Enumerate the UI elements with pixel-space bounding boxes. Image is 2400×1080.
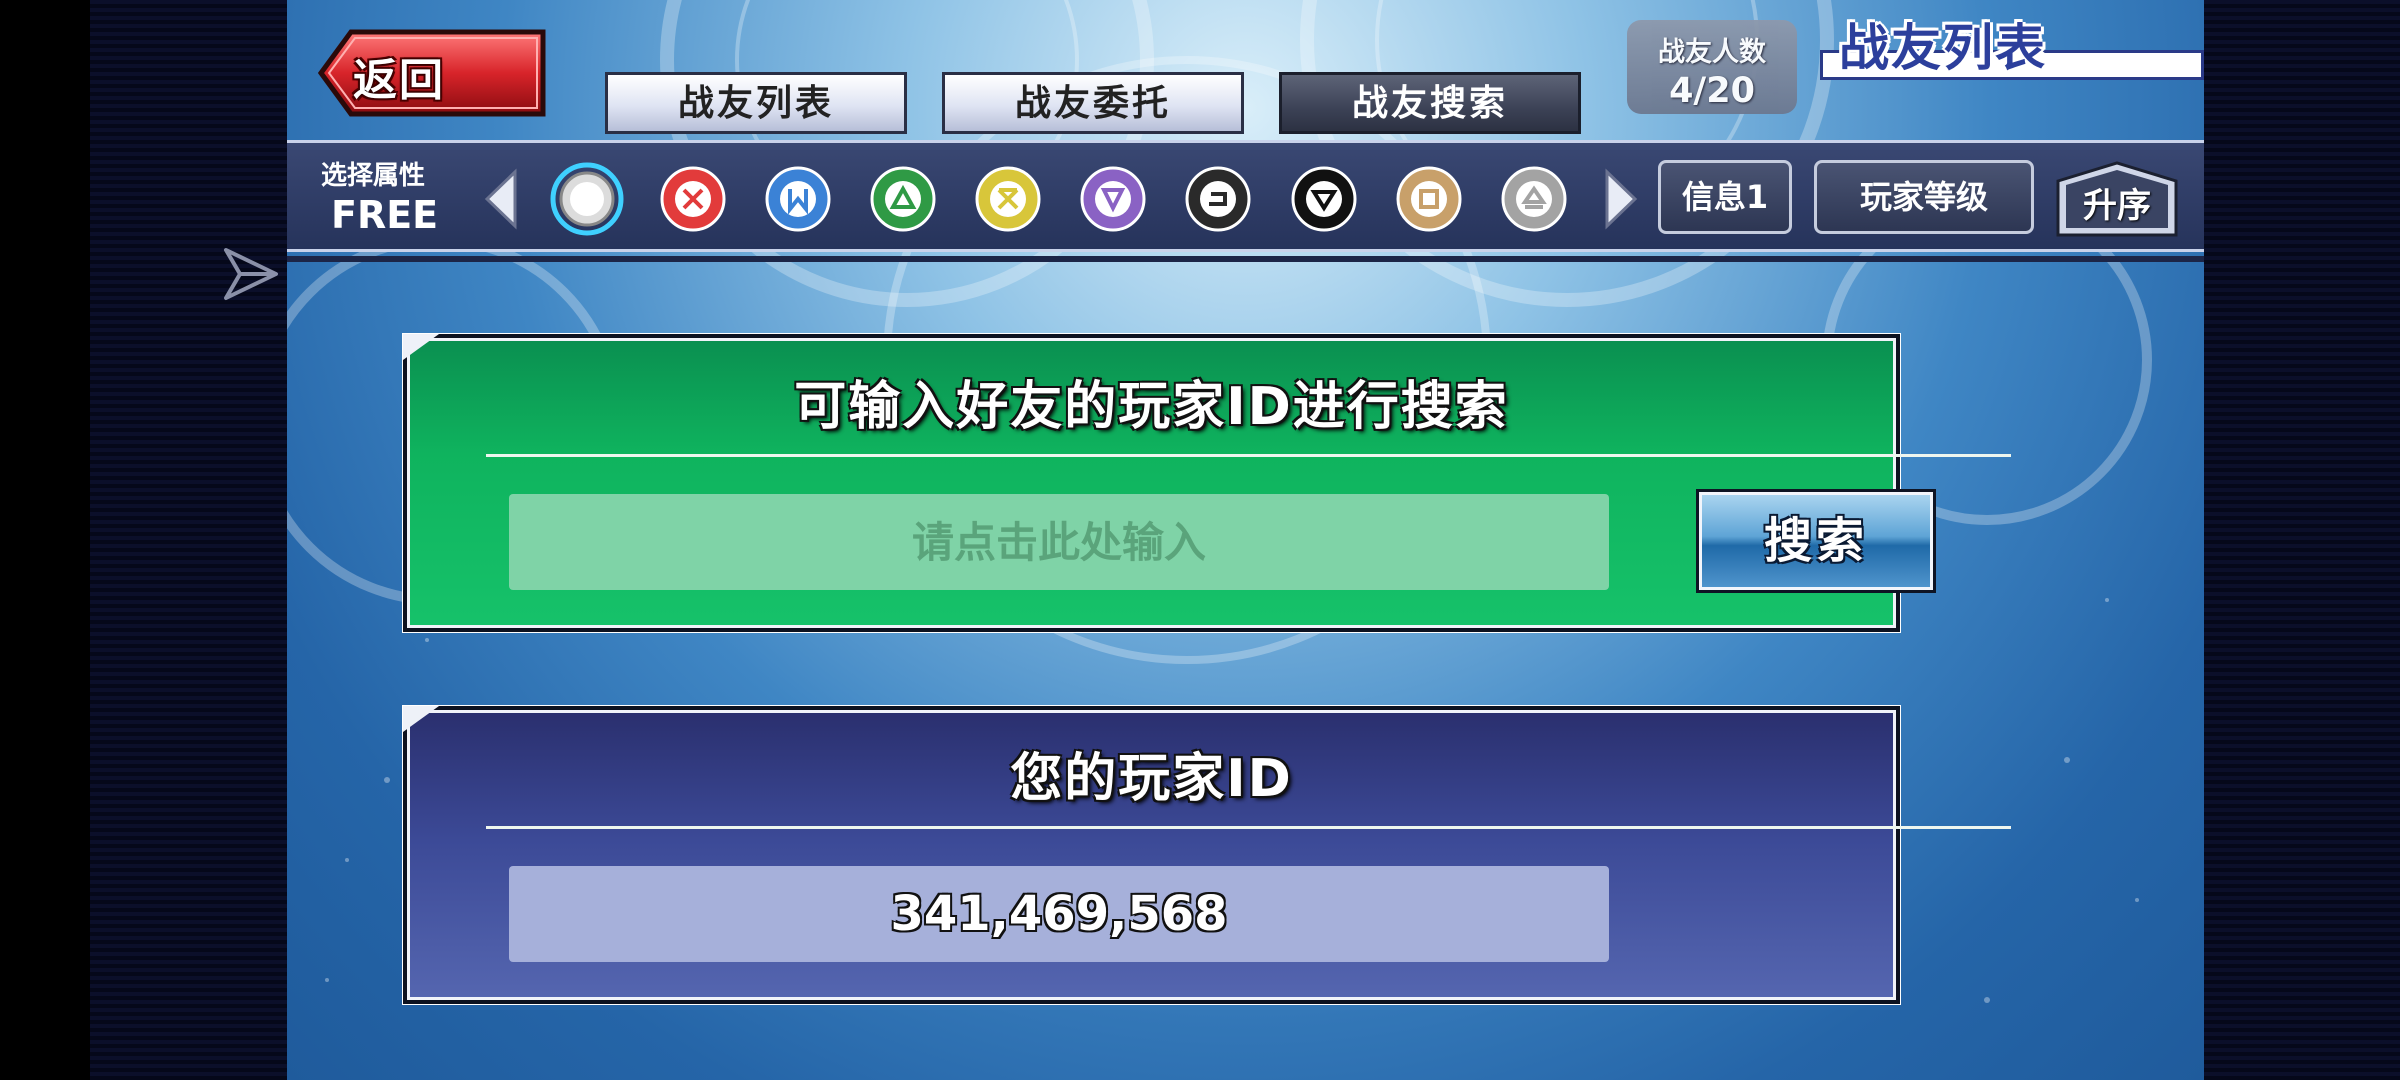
search-panel-divider: [486, 454, 2011, 457]
search-button[interactable]: 搜索: [1699, 492, 1933, 590]
divine-attribute-icon[interactable]: [1287, 162, 1361, 236]
wind-attribute-icon[interactable]: [1076, 162, 1150, 236]
share-overlay-icon[interactable]: [218, 242, 282, 306]
info-button[interactable]: 信息1: [1658, 160, 1792, 234]
trap-attribute-icon[interactable]: [1497, 162, 1571, 236]
back-button-label: 返回: [353, 55, 445, 106]
friend-count-label: 战友人数: [1658, 37, 1766, 68]
right-letterbox: [2204, 0, 2400, 1080]
dark-attribute-icon[interactable]: [1181, 162, 1255, 236]
player-id-panel: 您的玩家ID 341,469,568: [403, 706, 2011, 1004]
light-attribute-icon[interactable]: [971, 162, 1045, 236]
tab-friend-list[interactable]: 战友列表: [605, 72, 907, 134]
attribute-value: FREE: [331, 193, 439, 237]
fire-attribute-icon[interactable]: [656, 162, 730, 236]
player-id-panel-divider: [486, 826, 2011, 829]
attribute-filter-bar: 选择属性 FREE 信息1 玩家等级: [287, 140, 2204, 252]
screen-title: 战友列表: [1839, 19, 2047, 77]
game-screen: 返回 战友列表 战友委托 战友搜索 战友人数 4/20 战友列表 选择属性 FR…: [287, 0, 2204, 1080]
prev-attribute-arrow-icon[interactable]: [483, 168, 519, 230]
strip-divider: [287, 256, 2204, 262]
tab-friend-request[interactable]: 战友委托: [942, 72, 1244, 134]
spell-attribute-icon[interactable]: [1392, 162, 1466, 236]
water-attribute-icon[interactable]: [761, 162, 835, 236]
player-id-search-input[interactable]: [509, 494, 1609, 590]
sort-key-button[interactable]: 玩家等级: [1814, 160, 2034, 234]
player-id-value: 341,469,568: [509, 866, 1609, 962]
all-attribute-icon[interactable]: [550, 162, 624, 236]
player-id-panel-title: 您的玩家ID: [1010, 749, 1293, 809]
friend-count-value: 4/20: [1669, 71, 1755, 111]
left-letterbox: [0, 0, 287, 1080]
sort-order-label: 升序: [2083, 186, 2151, 226]
earth-attribute-icon[interactable]: [866, 162, 940, 236]
next-attribute-arrow-icon[interactable]: [1603, 168, 1639, 230]
friend-count-box: 战友人数 4/20: [1627, 20, 1797, 114]
search-panel-title: 可输入好友的玩家ID进行搜索: [794, 377, 1509, 437]
search-panel: 可输入好友的玩家ID进行搜索 搜索: [403, 334, 2011, 632]
tab-friend-search[interactable]: 战友搜索: [1279, 72, 1581, 134]
attribute-label: 选择属性: [321, 161, 426, 191]
